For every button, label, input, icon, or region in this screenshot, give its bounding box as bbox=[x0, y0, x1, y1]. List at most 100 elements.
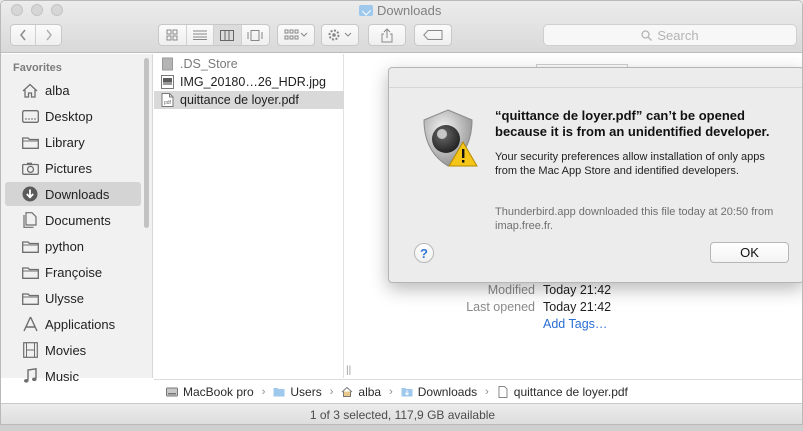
sidebar-item-python[interactable]: python bbox=[5, 234, 141, 258]
sidebar-item-documents[interactable]: Documents bbox=[5, 208, 141, 232]
share-icon bbox=[381, 27, 393, 42]
sidebar-item-desktop[interactable]: Desktop bbox=[5, 104, 141, 128]
favorites-header: Favorites bbox=[13, 62, 62, 74]
minimize-window-button[interactable] bbox=[31, 4, 43, 16]
path-segment-alba[interactable]: alba bbox=[358, 385, 381, 399]
folder-icon bbox=[21, 289, 39, 307]
sidebar-scrollbar[interactable] bbox=[144, 58, 149, 228]
list-icon bbox=[192, 30, 207, 40]
folder-icon bbox=[21, 263, 39, 281]
pdf-file-icon bbox=[498, 385, 508, 398]
modified-label: Modified bbox=[487, 283, 535, 297]
tag-button[interactable] bbox=[414, 24, 452, 46]
sidebar-item-label: Françoise bbox=[45, 264, 103, 280]
document-icon bbox=[21, 211, 39, 229]
sidebar-item-applications[interactable]: Applications bbox=[5, 312, 141, 336]
help-button[interactable]: ? bbox=[414, 243, 434, 263]
sidebar-item-ulysse[interactable]: Ulysse bbox=[5, 286, 141, 310]
sidebar-item-label: Applications bbox=[45, 316, 116, 332]
file-column: .DS_Store IMG_20180…26_HDR.jpg pdf quitt… bbox=[154, 54, 344, 378]
file-name: IMG_20180…26_HDR.jpg bbox=[180, 75, 326, 89]
grid-icon bbox=[166, 29, 178, 41]
folder-icon bbox=[21, 237, 39, 255]
window-title: Downloads bbox=[359, 2, 441, 18]
sidebar-item-pictures[interactable]: Pictures bbox=[5, 156, 141, 180]
ok-button[interactable]: OK bbox=[710, 242, 789, 263]
back-button[interactable] bbox=[11, 25, 37, 45]
status-bar: 1 of 3 selected, 117,9 GB available bbox=[1, 403, 802, 424]
view-mode-selector bbox=[158, 24, 270, 46]
sidebar-item-downloads[interactable]: Downloads bbox=[5, 182, 141, 206]
downloads-folder-icon bbox=[359, 4, 373, 16]
chevron-left-icon bbox=[20, 29, 26, 41]
path-separator: › bbox=[329, 385, 334, 398]
sidebar-item-label: Desktop bbox=[45, 108, 93, 124]
column-resize-handle[interactable]: || bbox=[346, 365, 351, 376]
arrange-button[interactable] bbox=[277, 24, 315, 46]
add-tags-link[interactable]: Add Tags… bbox=[543, 317, 607, 331]
gatekeeper-lock-warning-icon bbox=[423, 109, 478, 167]
sidebar-item-music[interactable]: Music bbox=[5, 364, 141, 388]
downloads-folder-icon bbox=[401, 387, 413, 396]
tag-icon bbox=[423, 30, 443, 40]
search-field[interactable]: Search bbox=[543, 24, 797, 46]
share-button[interactable] bbox=[368, 24, 406, 46]
finder-window: Downloads Search Favorites alba Desktop … bbox=[0, 0, 803, 425]
sidebar-item-library[interactable]: Library bbox=[5, 130, 141, 154]
sidebar-item-alba[interactable]: alba bbox=[5, 78, 141, 102]
coverflow-icon bbox=[247, 29, 263, 41]
last-opened-value: Today 21:42 bbox=[543, 300, 612, 314]
path-separator: › bbox=[261, 385, 266, 398]
column-view-button[interactable] bbox=[214, 25, 242, 45]
home-icon bbox=[342, 386, 353, 397]
sidebar: Favorites alba Desktop Library Pictures bbox=[1, 54, 153, 384]
action-button[interactable] bbox=[321, 24, 359, 46]
sidebar-item-label: python bbox=[45, 238, 85, 254]
gear-icon bbox=[328, 29, 352, 41]
file-row-ds-store[interactable]: .DS_Store bbox=[154, 55, 344, 73]
window-title-label: Downloads bbox=[377, 2, 442, 18]
sidebar-item-label: Documents bbox=[45, 212, 111, 228]
generic-file-icon bbox=[162, 57, 173, 71]
camera-icon bbox=[21, 159, 39, 177]
zoom-window-button[interactable] bbox=[51, 4, 63, 16]
path-segment-users[interactable]: Users bbox=[290, 385, 321, 399]
status-text: 1 of 3 selected, 117,9 GB available bbox=[309, 408, 496, 422]
dialog-title: “quittance de loyer.pdf” can’t be opened… bbox=[495, 108, 770, 139]
sidebar-item-label: Downloads bbox=[45, 186, 110, 202]
path-segment-downloads[interactable]: Downloads bbox=[418, 385, 477, 399]
sidebar-item-movies[interactable]: Movies bbox=[5, 338, 141, 362]
file-row-pdf[interactable]: pdf quittance de loyer.pdf bbox=[154, 91, 344, 109]
file-row-img[interactable]: IMG_20180…26_HDR.jpg bbox=[154, 73, 344, 91]
search-placeholder: Search bbox=[657, 27, 699, 43]
folder-icon bbox=[21, 133, 39, 151]
home-icon bbox=[21, 81, 39, 99]
sidebar-item-label: Ulysse bbox=[45, 290, 85, 306]
gallery-view-button[interactable] bbox=[242, 25, 269, 45]
modified-value: Today 21:42 bbox=[543, 283, 612, 297]
sidebar-item-label: Movies bbox=[45, 342, 87, 358]
path-segment-macbook[interactable]: MacBook pro bbox=[183, 385, 254, 399]
path-segment-file[interactable]: quittance de loyer.pdf bbox=[514, 385, 628, 399]
last-opened-label: Last opened bbox=[466, 300, 535, 314]
icon-view-button[interactable] bbox=[159, 25, 187, 45]
desktop-background bbox=[0, 425, 803, 431]
sidebar-item-francoise[interactable]: Françoise bbox=[5, 260, 141, 284]
sidebar-item-label: Music bbox=[45, 368, 79, 384]
path-separator: › bbox=[389, 385, 393, 398]
desktop-icon bbox=[21, 107, 39, 125]
list-view-button[interactable] bbox=[187, 25, 214, 45]
path-separator: › bbox=[485, 385, 489, 398]
file-name: .DS_Store bbox=[180, 57, 238, 71]
music-icon bbox=[21, 367, 39, 385]
film-icon bbox=[21, 341, 39, 359]
pdf-file-icon: pdf bbox=[161, 93, 174, 107]
sidebar-item-label: Library bbox=[45, 134, 85, 150]
close-window-button[interactable] bbox=[11, 4, 23, 16]
back-forward-buttons bbox=[10, 24, 62, 46]
chevron-right-icon bbox=[45, 29, 52, 41]
search-icon bbox=[641, 29, 653, 41]
forward-button[interactable] bbox=[36, 25, 61, 45]
path-bar: MacBook pro › Users › alba › Downloads ›… bbox=[154, 379, 802, 403]
dialog-message: Your security preferences allow installa… bbox=[495, 151, 765, 177]
